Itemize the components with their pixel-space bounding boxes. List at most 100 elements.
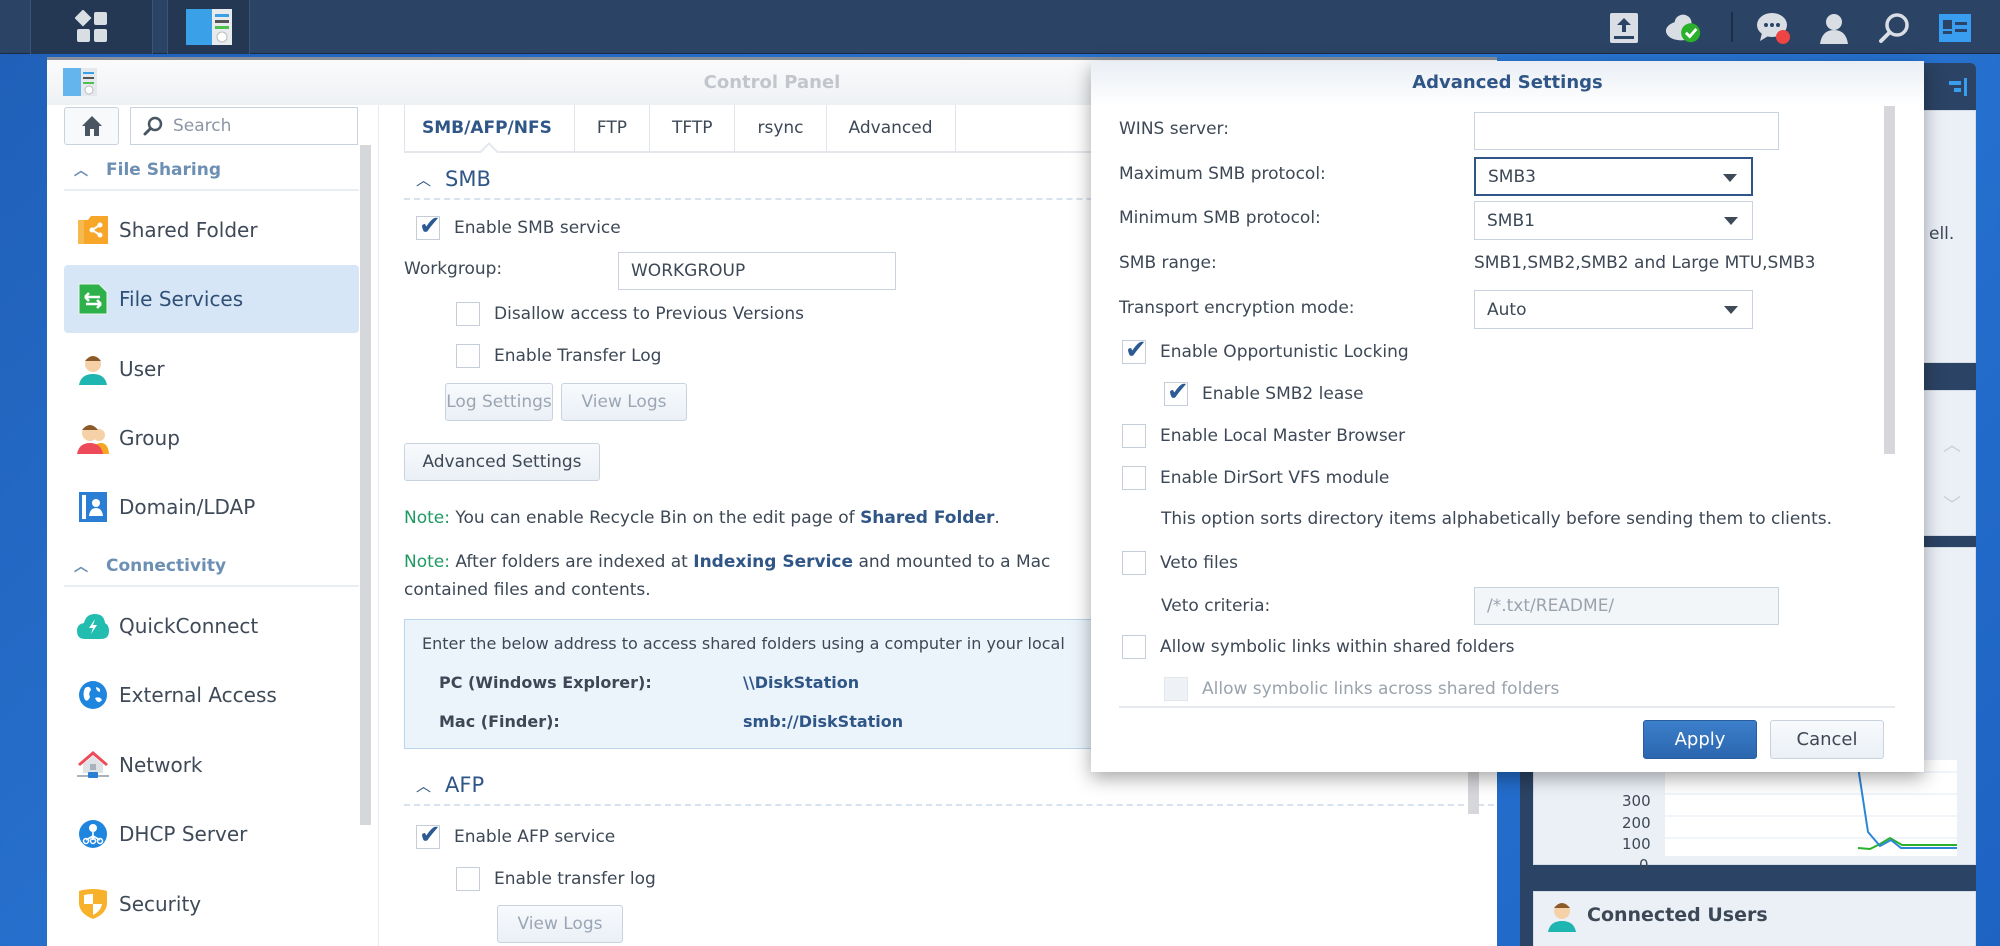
chevron-up-icon[interactable]: ︿ bbox=[1943, 431, 1961, 457]
veto-files-row[interactable]: Veto files bbox=[1122, 551, 1238, 575]
dirsort-row[interactable]: Enable DirSort VFS module bbox=[1122, 466, 1389, 490]
chat-icon[interactable] bbox=[1754, 8, 1794, 48]
section-title: AFP bbox=[445, 773, 485, 797]
veto-criteria-input[interactable]: /*.txt/README/ bbox=[1474, 587, 1779, 625]
checkbox-label: Enable DirSort VFS module bbox=[1160, 468, 1390, 488]
disallow-prev-versions-checkbox[interactable] bbox=[456, 302, 480, 326]
note-indexing-line2: contained files and contents. bbox=[404, 580, 651, 600]
checkbox-label: Veto files bbox=[1160, 553, 1238, 573]
taskbar-control-panel[interactable] bbox=[167, 0, 250, 54]
afp-view-logs-button[interactable]: View Logs bbox=[497, 905, 623, 943]
sidebar-item-label: Network bbox=[119, 753, 203, 777]
veto-files-checkbox[interactable] bbox=[1122, 551, 1146, 575]
tab-advanced[interactable]: Advanced bbox=[827, 105, 956, 151]
symlink-across-checkbox[interactable] bbox=[1164, 677, 1188, 701]
enable-afp-checkbox-row[interactable]: Enable AFP service bbox=[416, 820, 615, 850]
cloud-sync-icon[interactable] bbox=[1664, 8, 1704, 48]
view-logs-button[interactable]: View Logs bbox=[561, 383, 687, 421]
home-icon bbox=[81, 116, 102, 136]
enable-transfer-log-checkbox[interactable] bbox=[456, 344, 480, 368]
dropdown-caret-icon bbox=[1724, 217, 1738, 225]
chart-tick: 0 bbox=[1639, 856, 1649, 874]
indexing-service-link[interactable]: Indexing Service bbox=[693, 552, 853, 572]
shield-icon bbox=[77, 888, 109, 920]
dialog-header[interactable]: Advanced Settings bbox=[1091, 61, 1924, 106]
workgroup-input[interactable]: WORKGROUP bbox=[618, 252, 896, 290]
symlink-within-row[interactable]: Allow symbolic links within shared folde… bbox=[1122, 635, 1514, 659]
sidebar-item-domain-ldap[interactable]: Domain/LDAP bbox=[64, 473, 359, 541]
chevron-up-icon: ︿ bbox=[416, 170, 432, 189]
local-master-browser-row[interactable]: Enable Local Master Browser bbox=[1122, 424, 1405, 448]
search-icon[interactable] bbox=[1874, 8, 1914, 48]
wins-server-input[interactable] bbox=[1474, 112, 1779, 150]
sidebar-item-label: QuickConnect bbox=[119, 614, 259, 638]
symlink-within-checkbox[interactable] bbox=[1122, 635, 1146, 659]
select-value: SMB3 bbox=[1488, 166, 1536, 187]
advanced-settings-button[interactable]: Advanced Settings bbox=[404, 443, 600, 481]
search-input[interactable]: Search bbox=[130, 107, 358, 145]
enable-transfer-log-row[interactable]: Enable Transfer Log bbox=[456, 344, 661, 368]
afp-transfer-log-checkbox[interactable] bbox=[456, 867, 480, 891]
user-icon[interactable] bbox=[1814, 8, 1854, 48]
sidebar-item-user[interactable]: User bbox=[64, 335, 359, 403]
checkbox-label: Enable Local Master Browser bbox=[1160, 426, 1406, 446]
max-smb-label: Maximum SMB protocol: bbox=[1119, 164, 1326, 184]
widget-connected-users: Connected Users bbox=[1533, 891, 1976, 946]
sidebar-item-group[interactable]: Group bbox=[64, 404, 359, 472]
tab-rsync[interactable]: rsync bbox=[735, 105, 827, 151]
home-button[interactable] bbox=[64, 107, 119, 145]
dirsort-checkbox[interactable] bbox=[1122, 466, 1146, 490]
sidebar-item-network[interactable]: Network bbox=[64, 731, 359, 799]
transport-encryption-label: Transport encryption mode: bbox=[1119, 298, 1355, 318]
chevron-down-icon[interactable]: ﹀ bbox=[1943, 491, 1961, 517]
main-menu-button[interactable] bbox=[30, 0, 153, 54]
sidebar-item-quickconnect[interactable]: QuickConnect bbox=[64, 592, 359, 660]
checkbox-label: Enable SMB2 lease bbox=[1202, 384, 1364, 404]
sidebar-item-shared-folder[interactable]: Shared Folder bbox=[64, 196, 359, 264]
smb2-lease-checkbox[interactable] bbox=[1164, 377, 1189, 407]
widgets-icon[interactable] bbox=[1935, 8, 1975, 48]
sidebar-group-connectivity[interactable]: ︿ Connectivity bbox=[64, 547, 359, 587]
enable-smb-checkbox-row[interactable]: Enable SMB service bbox=[416, 211, 621, 241]
smb2-lease-row[interactable]: Enable SMB2 lease bbox=[1164, 377, 1364, 407]
apply-button[interactable]: Apply bbox=[1643, 720, 1757, 759]
chart-tick: 200 bbox=[1622, 814, 1651, 832]
sidebar-item-external-access[interactable]: External Access bbox=[64, 661, 359, 729]
tab-smb-afp-nfs[interactable]: SMB/AFP/NFS bbox=[404, 105, 575, 151]
sidebar-scrollbar[interactable] bbox=[360, 145, 371, 825]
oplock-checkbox[interactable] bbox=[1122, 335, 1147, 365]
dropdown-caret-icon bbox=[1723, 174, 1737, 182]
cancel-button[interactable]: Cancel bbox=[1770, 720, 1884, 759]
oplock-row[interactable]: Enable Opportunistic Locking bbox=[1122, 335, 1409, 365]
widget-panel-toggle-icon[interactable] bbox=[1949, 77, 1969, 97]
shared-folder-icon bbox=[77, 214, 109, 246]
sidebar-item-file-services[interactable]: File Services bbox=[64, 265, 359, 333]
sidebar-item-label: Security bbox=[119, 892, 202, 916]
sidebar-item-label: Domain/LDAP bbox=[119, 495, 256, 519]
sidebar-item-security[interactable]: Security bbox=[64, 870, 359, 938]
smb-range-label: SMB range: bbox=[1119, 253, 1217, 273]
dirsort-description: This option sorts directory items alphab… bbox=[1161, 509, 1833, 529]
enable-afp-checkbox[interactable] bbox=[416, 820, 441, 850]
tab-tftp[interactable]: TFTP bbox=[650, 105, 736, 151]
disallow-prev-versions-row[interactable]: Disallow access to Previous Versions bbox=[456, 302, 804, 326]
sidebar-group-file-sharing[interactable]: ︿ File Sharing bbox=[64, 151, 359, 191]
tab-ftp[interactable]: FTP bbox=[575, 105, 650, 151]
symlink-across-row[interactable]: Allow symbolic links across shared folde… bbox=[1164, 677, 1559, 701]
network-icon bbox=[77, 749, 109, 781]
local-master-browser-checkbox[interactable] bbox=[1122, 424, 1146, 448]
upload-icon[interactable] bbox=[1604, 8, 1644, 48]
log-settings-button[interactable]: Log Settings bbox=[445, 383, 553, 421]
sidebar-divider bbox=[378, 105, 379, 946]
dialog-scrollbar[interactable] bbox=[1884, 106, 1895, 454]
max-smb-select[interactable]: SMB3 bbox=[1474, 157, 1753, 196]
series-download bbox=[1856, 760, 1957, 849]
sidebar-item-dhcp-server[interactable]: DHCP Server bbox=[64, 800, 359, 868]
checkbox-label: Enable transfer log bbox=[494, 869, 656, 889]
shared-folder-link[interactable]: Shared Folder bbox=[860, 508, 994, 528]
afp-transfer-log-row[interactable]: Enable transfer log bbox=[456, 867, 656, 891]
enable-smb-checkbox[interactable] bbox=[416, 211, 441, 241]
transport-encryption-select[interactable]: Auto bbox=[1474, 290, 1753, 329]
afp-section-header[interactable]: ︿ AFP bbox=[404, 766, 1494, 806]
min-smb-select[interactable]: SMB1 bbox=[1474, 201, 1753, 240]
